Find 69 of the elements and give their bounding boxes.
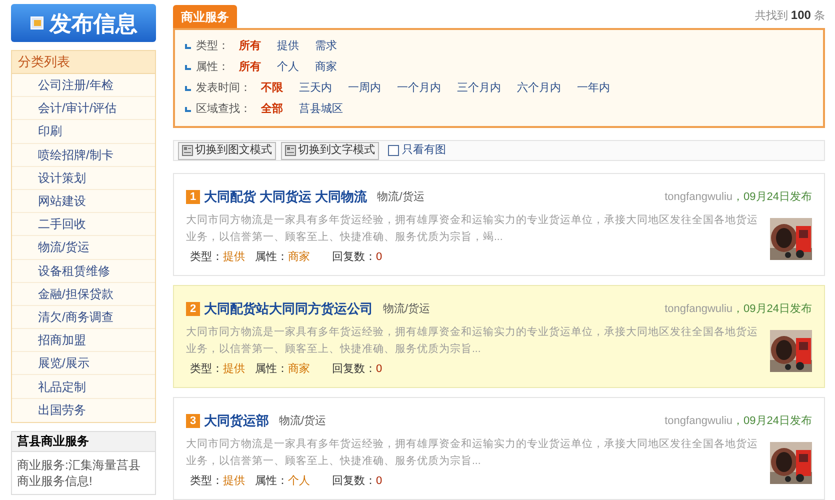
reply-count: 回复数：0 [332,250,382,264]
filter-option[interactable]: 一周内 [348,80,381,97]
category-link[interactable]: 招商加盟 [38,331,86,350]
type-field: 类型：提供 [190,360,245,377]
filter-option[interactable]: 提供 [277,38,299,55]
category-link[interactable]: 印刷 [38,122,62,140]
filter-option[interactable]: 三个月内 [457,80,501,97]
category-link[interactable]: 网站建设 [38,192,86,210]
listing-category[interactable]: 物流/货运 [279,412,326,429]
filter-label: 发表时间： [196,81,251,96]
filter-label: 区域查找： [196,102,251,118]
type-field: 类型：提供 [190,472,245,489]
layout-icon [285,145,296,156]
filter-option[interactable]: 商家 [315,59,337,76]
filter-option[interactable]: 六个月内 [517,80,561,97]
layout-icon [182,145,193,156]
listing-category[interactable]: 物流/货运 [377,188,424,205]
view-mode-button[interactable]: 切换到图文模式 [178,142,276,160]
attribute-field: 属性：商家 [255,248,310,265]
filter-label: 类型： [196,39,229,54]
filter-option[interactable]: 不限 [261,80,283,97]
category-link[interactable]: 清欠/商务调查 [38,308,114,326]
category-link[interactable]: 礼品定制 [38,378,86,396]
filter-option[interactable]: 个人 [277,59,299,76]
filter-option[interactable]: 全部 [261,101,283,118]
rank-badge: 2 [186,302,200,316]
filter-option[interactable]: 三天内 [299,80,332,97]
listing-meta: tongfangwuliu，09月24日发布 [664,190,812,204]
document-icon [30,16,44,30]
listing-description: 大同市同方物流是一家具有多年货运经验，拥有雄厚资金和运输实力的专业货运单位，承接大同地区发往全国各地货运业务，以信誉第一、顾客至上、快捷准确、服务优质为宗旨，竭... [186,212,759,244]
reply-count: 回复数：0 [332,362,382,376]
category-link[interactable]: 展览/展示 [38,354,90,372]
category-link[interactable]: 喷绘招牌/制卡 [38,146,114,164]
info-box-text: 商业服务:汇集海量莒县商业服务信息! [16,456,142,490]
reply-count: 回复数：0 [332,474,382,488]
filter-option[interactable]: 所有 [239,59,261,76]
category-link[interactable]: 会计/审计/评估 [38,99,117,118]
listing-title[interactable]: 大同配货站大同同方货运公司 [204,299,373,318]
publish-button[interactable]: 发布信息 [11,4,156,42]
filter-option[interactable]: 一个月内 [397,80,441,97]
attribute-field: 属性：商家 [255,360,310,377]
rank-badge: 3 [186,414,200,428]
result-count: 共找到 100 条 [754,6,825,24]
filter-option[interactable]: 一年内 [577,80,610,97]
category-link[interactable]: 物流/货运 [38,238,90,256]
filter-option[interactable]: 所有 [239,38,261,55]
category-link[interactable]: 金融/担保贷款 [38,284,114,303]
listing-meta: tongfangwuliu，09月24日发布 [664,302,812,316]
category-link[interactable]: 设备租赁维修 [38,262,110,280]
category-link[interactable]: 二手回收 [38,215,86,234]
listing-category[interactable]: 物流/货运 [383,300,430,317]
listing-description: 大同市同方物流是一家具有多年货运经验，拥有雄厚资金和运输实力的专业货运单位，承接大同地区发往全国各地货运业务，以信誉第一、顾客至上、快捷准确、服务优质为宗旨... [186,324,759,356]
info-box-title: 莒县商业服务 [12,432,155,452]
filter-option[interactable]: 需求 [315,38,337,55]
filter-label: 属性： [196,60,229,76]
panel-title: 分类列表 [12,51,155,74]
view-mode-button[interactable]: 切换到文字模式 [281,142,379,160]
rank-badge: 1 [186,190,200,204]
filter-option[interactable]: 莒县城区 [299,101,343,118]
type-field: 类型：提供 [190,248,245,265]
category-link[interactable]: 公司注册/年检 [38,76,114,94]
only-images-checkbox[interactable]: 只看有图 [388,142,446,159]
category-link[interactable]: 设计策划 [38,168,86,187]
listing-description: 大同市同方物流是一家具有多年货运经验，拥有雄厚资金和运输实力的专业货运单位，承接大同地区发往全国各地货运业务，以信誉第一、顾客至上、快捷准确、服务优质为宗旨... [186,436,759,468]
category-link[interactable]: 出国劳务 [38,401,86,420]
listing-title[interactable]: 大同货运部 [204,411,269,430]
listing-title[interactable]: 大同配货 大同货运 大同物流 [204,187,368,206]
listing-meta: tongfangwuliu，09月24日发布 [664,414,812,428]
attribute-field: 属性：个人 [255,472,310,489]
